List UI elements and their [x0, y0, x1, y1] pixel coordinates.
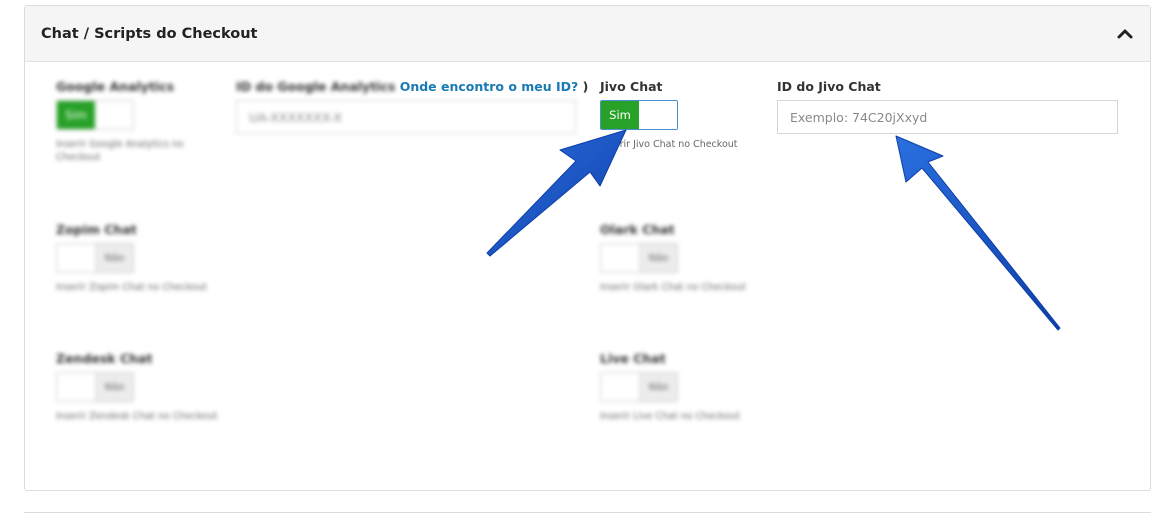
toggle-knob — [57, 373, 96, 401]
zendesk-chat-label: Zendesk Chat — [56, 351, 153, 366]
toggle-off-label: Não — [96, 373, 133, 401]
analytics-id-input[interactable]: UA-XXXXXXX-X — [236, 100, 576, 134]
jivo-id-input[interactable]: Exemplo: 74C20jXxyd — [777, 100, 1118, 134]
jivo-id-label: ID do Jivo Chat — [777, 79, 881, 94]
toggle-knob — [95, 101, 133, 129]
analytics-id-label-text: ID do Google Analytics — [236, 79, 396, 94]
jivo-chat-label: Jivo Chat — [600, 79, 663, 94]
zendesk-chat-help: Inserir Zendesk Chat no Checkout — [56, 411, 218, 422]
toggle-knob — [639, 101, 677, 129]
toggle-on-label: Sim — [57, 101, 95, 129]
find-id-link[interactable]: Onde encontro o meu ID? — [400, 79, 579, 94]
zopim-chat-help: Inserir Zopim Chat no Checkout — [56, 282, 207, 293]
zopim-chat-label: Zopim Chat — [56, 222, 137, 237]
toggle-off-label: Não — [640, 373, 677, 401]
live-chat-toggle[interactable]: Não — [600, 372, 678, 402]
olark-chat-help: Inserir Olark Chat no Checkout — [600, 282, 746, 293]
next-panel-border — [24, 512, 1151, 513]
olark-chat-toggle[interactable]: Não — [600, 243, 678, 273]
analytics-id-label: ID do Google Analytics Onde encontro o m… — [236, 79, 588, 94]
toggle-knob — [601, 373, 640, 401]
live-chat-label: Live Chat — [600, 351, 666, 366]
toggle-off-label: Não — [96, 244, 133, 272]
panel-header[interactable]: Chat / Scripts do Checkout — [25, 6, 1150, 62]
jivo-chat-help: Inserir Jivo Chat no Checkout — [600, 139, 738, 150]
panel-title: Chat / Scripts do Checkout — [41, 25, 258, 42]
toggle-knob — [601, 244, 640, 272]
toggle-on-label: Sim — [601, 101, 639, 129]
zopim-chat-toggle[interactable]: Não — [56, 243, 134, 273]
live-chat-help: Inserir Live Chat no Checkout — [600, 411, 741, 422]
toggle-off-label: Não — [640, 244, 677, 272]
olark-chat-label: Olark Chat — [600, 222, 675, 237]
analytics-id-label-suffix: ) — [578, 79, 589, 94]
toggle-knob — [57, 244, 96, 272]
google-analytics-help: Inserir Google Analytics no Checkout — [56, 139, 184, 163]
google-analytics-label: Google Analytics — [56, 79, 175, 94]
chevron-up-icon[interactable] — [1116, 25, 1134, 43]
zendesk-chat-toggle[interactable]: Não — [56, 372, 134, 402]
google-analytics-toggle[interactable]: Sim — [56, 100, 134, 130]
jivo-chat-toggle[interactable]: Sim — [600, 100, 678, 130]
